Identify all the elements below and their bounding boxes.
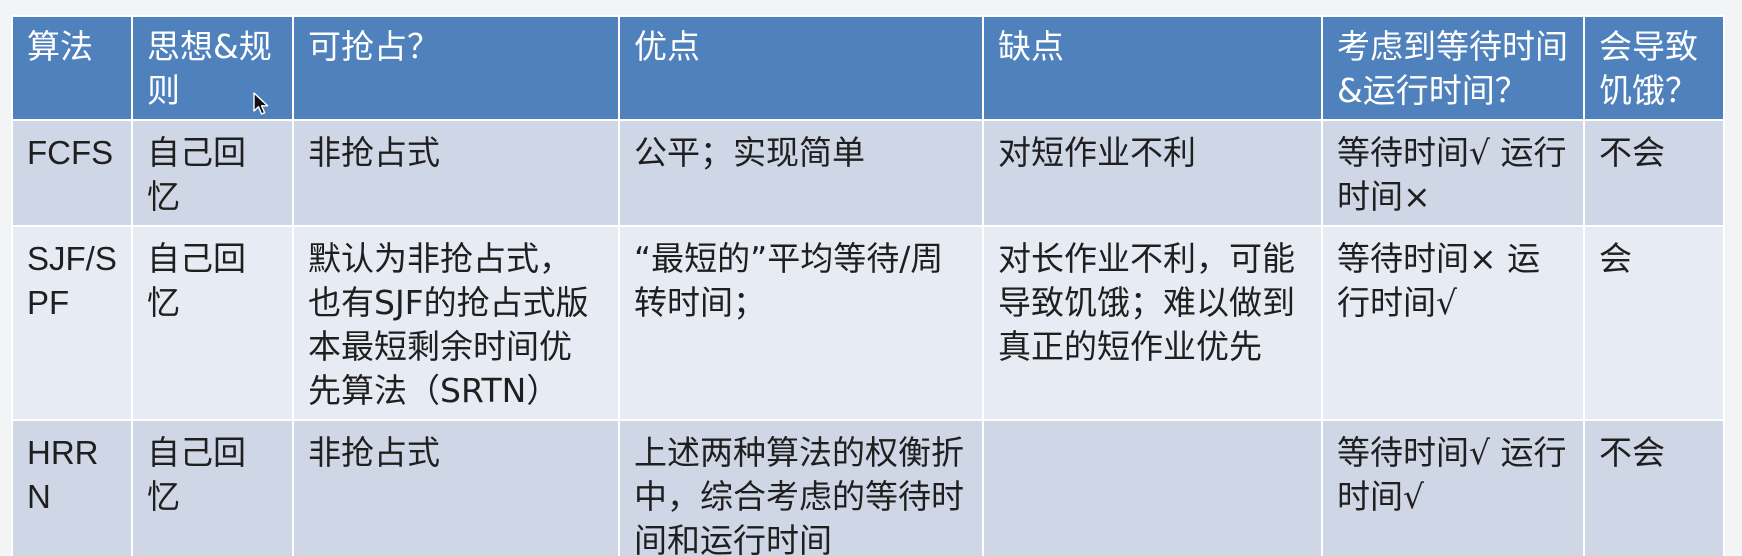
table-row: FCFS 自己回忆 非抢占式 公平；实现简单 对短作业不利 等待时间√ 运行时间…	[11, 119, 1725, 227]
header-starvation: 会导致饥饿？	[1583, 15, 1725, 121]
cell-preemptive: 非抢占式	[292, 419, 620, 556]
header-cons: 缺点	[982, 15, 1323, 121]
slide: 算法 思想&规则 可抢占？ 优点 缺点 考虑到等待时间&运行时间？ 会导致饥饿？…	[0, 0, 1742, 556]
cell-pros: “最短的”平均等待/周转时间；	[618, 225, 984, 421]
header-pros: 优点	[618, 15, 984, 121]
cell-cons: 对短作业不利	[982, 119, 1323, 227]
cell-rule: 自己回忆	[131, 225, 294, 421]
cell-starvation: 不会	[1583, 119, 1725, 227]
header-wait-run: 考虑到等待时间&运行时间？	[1321, 15, 1585, 121]
table-row: SJF/SPF 自己回忆 默认为非抢占式，也有SJF的抢占式版本最短剩余时间优先…	[11, 225, 1725, 421]
cell-starvation: 会	[1583, 225, 1725, 421]
cell-wait-run: 等待时间√ 运行时间×	[1321, 119, 1585, 227]
header-algorithm: 算法	[11, 15, 133, 121]
cell-algorithm: SJF/SPF	[11, 225, 133, 421]
mouse-pointer-icon	[253, 92, 269, 115]
cell-rule: 自己回忆	[131, 119, 294, 227]
cell-preemptive: 默认为非抢占式，也有SJF的抢占式版本最短剩余时间优先算法（SRTN）	[292, 225, 620, 421]
cell-wait-run: 等待时间× 运行时间√	[1321, 225, 1585, 421]
cell-rule: 自己回忆	[131, 419, 294, 556]
cell-pros: 上述两种算法的权衡折中，综合考虑的等待时间和运行时间	[618, 419, 984, 556]
cell-cons: 对长作业不利，可能导致饥饿；难以做到真正的短作业优先	[982, 225, 1323, 421]
cell-algorithm: FCFS	[11, 119, 133, 227]
cell-preemptive: 非抢占式	[292, 119, 620, 227]
header-preemptive: 可抢占？	[292, 15, 620, 121]
table-row: HRRN 自己回忆 非抢占式 上述两种算法的权衡折中，综合考虑的等待时间和运行时…	[11, 419, 1725, 556]
cell-algorithm: HRRN	[11, 419, 133, 556]
cell-cons	[982, 419, 1323, 556]
cell-pros: 公平；实现简单	[618, 119, 984, 227]
cell-starvation: 不会	[1583, 419, 1725, 556]
cell-wait-run: 等待时间√ 运行时间√	[1321, 419, 1585, 556]
